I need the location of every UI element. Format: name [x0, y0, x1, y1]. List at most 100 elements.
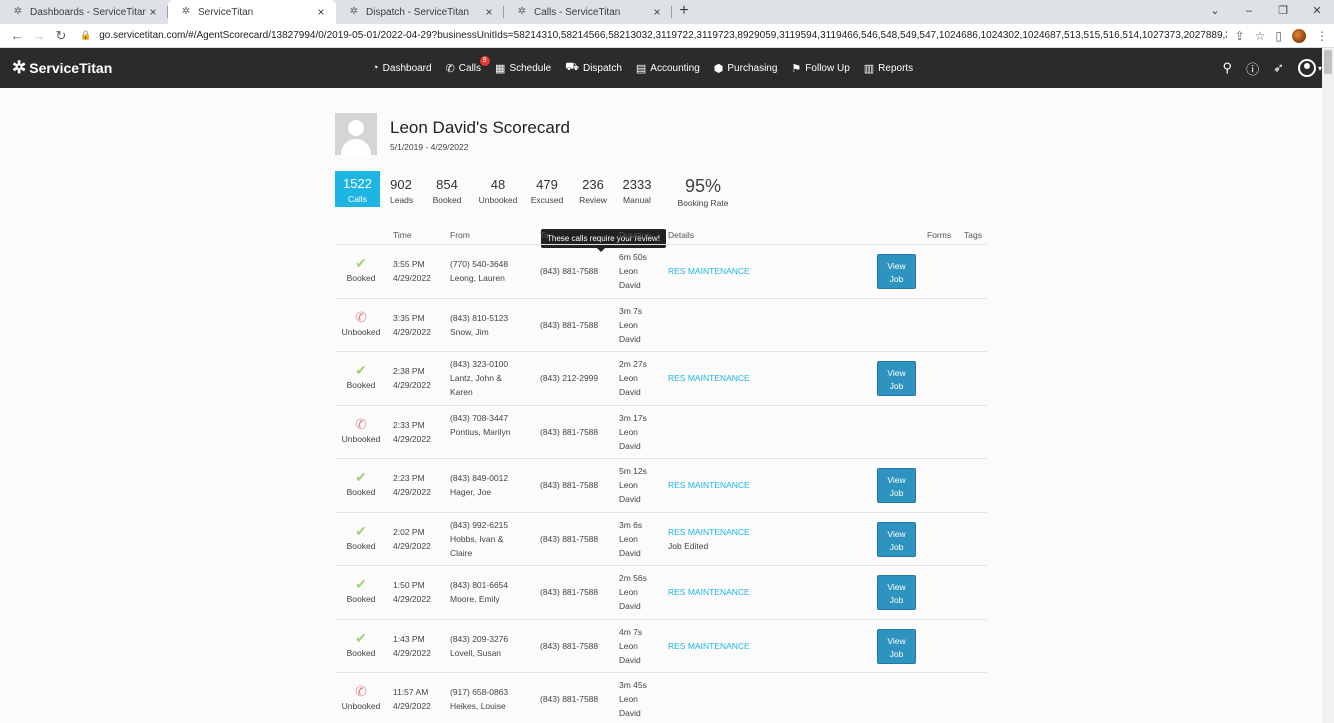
stat-manual[interactable]: 2333 Manual [620, 171, 654, 205]
table-row[interactable]: ✔ Booked 2:23 PM 4/29/2022 (843) 849-0012 Hag… [335, 459, 987, 513]
business-unit-link[interactable]: RES MAINTENANCE [668, 478, 750, 492]
nav-item-reports[interactable]: ▥ Reports [864, 62, 913, 75]
table-row[interactable]: ✆ Unbooked 3:35 PM 4/29/2022 (843) 810-5123 S… [335, 299, 987, 352]
servicetitan-logo[interactable]: ✲ ServiceTitan [12, 58, 112, 78]
browser-tab[interactable]: ✲ Dashboards - ServiceTitan × [0, 0, 168, 24]
nav-item-dashboard[interactable]: ◔ Dashboard [372, 62, 432, 74]
status-label: Booked [346, 380, 376, 390]
close-tab-icon[interactable]: × [650, 5, 664, 19]
more-menu-icon[interactable]: ⋮ [1316, 29, 1328, 43]
view-job-button[interactable]: View Job [877, 254, 916, 289]
stat-excused[interactable]: 479 Excused [530, 171, 564, 205]
stats-bar: 1522 Calls 902 Leads 854 Booked 48 Unboo… [335, 171, 732, 208]
nav-item-purchasing[interactable]: ⬢ Purchasing [714, 62, 778, 75]
duration-value: 6m 50s [619, 252, 647, 262]
business-unit-link[interactable]: RES MAINTENANCE [668, 585, 750, 599]
check-icon: ✔ [355, 576, 367, 592]
duration-value: 4m 7s [619, 626, 643, 637]
table-row[interactable]: ✆ Unbooked 2:33 PM 4/29/2022 (843) 708-3447 P… [335, 406, 987, 459]
call-time: 1:50 PM 4/29/2022 [393, 578, 431, 606]
stat-value: 854 [436, 177, 458, 192]
nav-label: Reports [878, 62, 914, 74]
minimize-icon[interactable]: – [1232, 0, 1266, 24]
url-field[interactable]: 🔒 go.servicetitan.com/#/AgentScorecard/1… [80, 30, 1227, 41]
profile-avatar[interactable] [1292, 28, 1306, 43]
table-row[interactable]: ✔ Booked 2:38 PM 4/29/2022 (843) 323-0100 Lan… [335, 352, 987, 406]
time-value: 1:50 PM [393, 580, 425, 590]
table-row[interactable]: ✔ Booked 1:43 PM 4/29/2022 (843) 209-3276 Lov… [335, 620, 987, 673]
agent-last-name: David [619, 494, 641, 504]
check-icon: ✔ [355, 522, 367, 539]
view-job-button[interactable]: View Job [877, 628, 916, 664]
bookmark-star-icon[interactable]: ☆ [1255, 29, 1266, 43]
nav-item-dispatch[interactable]: ⛟ Dispatch [565, 61, 622, 75]
call-time: 3:55 PM 4/29/2022 [393, 257, 431, 285]
view-job-button[interactable]: View Job [877, 521, 916, 557]
chevron-down-icon[interactable]: ⌄ [1198, 0, 1232, 24]
page-scrollbar[interactable] [1322, 48, 1334, 723]
table-row[interactable]: ✆ Unbooked 11:57 AM 4/29/2022 (917) 658-0863… [335, 673, 987, 723]
view-job-button[interactable]: View Job [877, 468, 916, 503]
truck-icon: ⛟ [565, 61, 579, 73]
call-status: ✔ Booked [335, 470, 387, 497]
table-row[interactable]: ✔ Booked 2:02 PM 4/29/2022 (843) 992-6215 Hob… [335, 513, 987, 566]
phone-icon: ✆ [355, 683, 367, 699]
view-job-button[interactable]: View Job [877, 361, 916, 396]
stat-label: Calls [348, 194, 367, 204]
time-value: 2:38 PM [393, 366, 425, 376]
stat-value: 236 [582, 177, 604, 192]
stat-value: 95% [684, 176, 722, 196]
forward-icon[interactable]: → [28, 28, 50, 43]
business-unit-link[interactable]: RES MAINTENANCE [668, 264, 750, 278]
call-duration: 4m 7s Leon David [619, 625, 659, 667]
business-unit-link[interactable]: RES MAINTENANCE [668, 525, 750, 539]
share-icon[interactable]: ⇪ [1235, 29, 1245, 43]
view-job-button[interactable]: View Job [877, 575, 916, 610]
search-icon[interactable]: ⚲ [1223, 60, 1233, 76]
stat-leads[interactable]: 902 Leads [390, 171, 413, 205]
table-row[interactable]: ✔ Booked 3:55 PM 4/29/2022 (770) 540-3648 Leo… [335, 245, 987, 299]
nav-label: Dispatch [582, 62, 622, 74]
close-window-icon[interactable]: ✕ [1300, 0, 1334, 24]
restore-icon[interactable]: ❐ [1266, 0, 1300, 24]
call-from: (843) 992-6215 Hobbs, Ivan & Claire [450, 518, 520, 560]
call-details: RES MAINTENANCE Job Edited [668, 525, 750, 553]
nav-item-accounting[interactable]: ▤ Accounting [636, 62, 700, 75]
close-tab-icon[interactable]: × [314, 5, 328, 19]
nav-item-follow-up[interactable]: ⚑ Follow Up [791, 62, 849, 75]
duration-value: 3m 45s [619, 680, 647, 690]
help-icon[interactable]: ⓘ [1246, 59, 1259, 78]
table-row[interactable]: ✔ Booked 1:50 PM 4/29/2022 (843) 801-6654 Moo… [335, 566, 987, 620]
from-phone: (843) 810-5123 [450, 312, 509, 323]
business-unit-link[interactable]: RES MAINTENANCE [668, 639, 750, 653]
user-icon [1297, 59, 1316, 77]
stat-calls[interactable]: 1522 Calls [335, 171, 380, 207]
user-menu-button[interactable]: ▾ [1297, 59, 1322, 77]
date-value: 4/29/2022 [393, 594, 431, 604]
status-label: Booked [346, 647, 376, 658]
date-value: 4/29/2022 [393, 326, 431, 337]
back-icon[interactable]: ← [6, 28, 28, 43]
call-time: 2:33 PM 4/29/2022 [393, 418, 431, 446]
browser-tab-active[interactable]: ✲ ServiceTitan × [168, 0, 336, 24]
stat-booked[interactable]: 854 Booked [431, 171, 463, 205]
nav-item-schedule[interactable]: ▦ Schedule [495, 62, 551, 75]
agent-avatar [335, 113, 377, 155]
reload-icon[interactable]: ↻ [50, 28, 72, 44]
business-unit-link[interactable]: RES MAINTENANCE [668, 371, 750, 385]
agent-first-name: Leon [619, 426, 638, 437]
agent-last-name: David [619, 547, 641, 558]
time-value: 3:35 PM [393, 312, 425, 323]
scrollbar-thumb[interactable] [1324, 50, 1332, 74]
rocket-icon[interactable]: ➶ [1273, 60, 1284, 76]
close-tab-icon[interactable]: × [482, 5, 496, 19]
stat-review[interactable]: 236 Review [578, 171, 608, 205]
new-tab-icon[interactable]: + [672, 0, 696, 24]
browser-tab[interactable]: ✲ Calls - ServiceTitan × [504, 0, 672, 24]
nav-item-calls[interactable]: ✆ Calls 9 [446, 55, 490, 75]
browser-tab[interactable]: ✲ Dispatch - ServiceTitan × [336, 0, 504, 24]
servicetitan-favicon-icon: ✲ [349, 6, 359, 17]
sidepanel-icon[interactable]: ▯ [1275, 29, 1282, 43]
stat-unbooked[interactable]: 48 Unbooked [476, 171, 520, 205]
close-tab-icon[interactable]: × [146, 5, 160, 19]
